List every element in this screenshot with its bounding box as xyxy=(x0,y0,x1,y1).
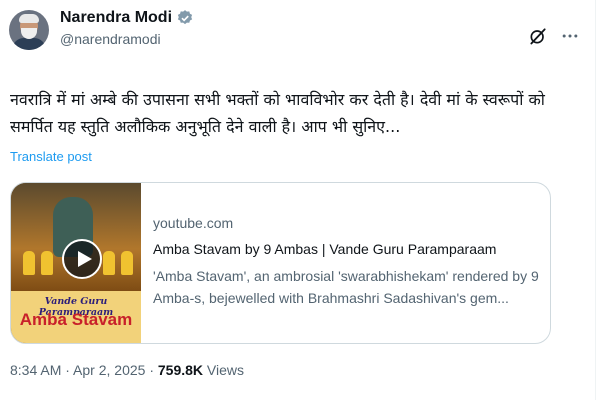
more-options-icon[interactable] xyxy=(560,26,580,46)
card-title: Amba Stavam by 9 Ambas | Vande Guru Para… xyxy=(153,241,497,257)
views-label: Views xyxy=(203,362,245,378)
video-thumbnail[interactable]: Vande Guru Paramparaam Amba Stavam xyxy=(11,183,141,343)
verified-badge-icon[interactable] xyxy=(176,9,194,27)
avatar-hair xyxy=(19,14,39,23)
author-name-row: Narendra Modi xyxy=(60,9,194,27)
thumbnail-dancer xyxy=(121,251,133,275)
card-domain: youtube.com xyxy=(153,215,234,231)
timeline-border xyxy=(595,0,596,400)
card-description: 'Amba Stavam', an ambrosial 'swarabhishe… xyxy=(153,268,539,306)
author-handle[interactable]: @narendramodi xyxy=(60,31,161,47)
grok-icon[interactable] xyxy=(528,26,548,46)
avatar[interactable] xyxy=(9,10,49,50)
translate-post-link[interactable]: Translate post xyxy=(10,149,92,164)
meta-separator: · xyxy=(145,362,158,378)
play-button-icon[interactable] xyxy=(62,239,102,279)
thumbnail-dancer xyxy=(23,251,35,275)
thumbnail-banner-line2: Amba Stavam xyxy=(19,310,133,329)
author-display-name[interactable]: Narendra Modi xyxy=(60,9,172,27)
tweet-date[interactable]: Apr 2, 2025 xyxy=(73,362,145,378)
thumbnail-dancer xyxy=(103,251,115,275)
tweet-meta: 8:34 AM · Apr 2, 2025 · 759.8K Views xyxy=(10,362,244,378)
avatar-body xyxy=(12,38,46,50)
meta-separator: · xyxy=(61,362,74,378)
tweet-text: नवरात्रि में मां अम्बे की उपासना सभी भक्… xyxy=(10,90,545,136)
views-count: 759.8K xyxy=(157,362,204,378)
link-preview-card[interactable]: Vande Guru Paramparaam Amba Stavam youtu… xyxy=(10,182,551,344)
thumbnail-dancer xyxy=(41,251,53,275)
tweet-time[interactable]: 8:34 AM xyxy=(10,362,61,378)
